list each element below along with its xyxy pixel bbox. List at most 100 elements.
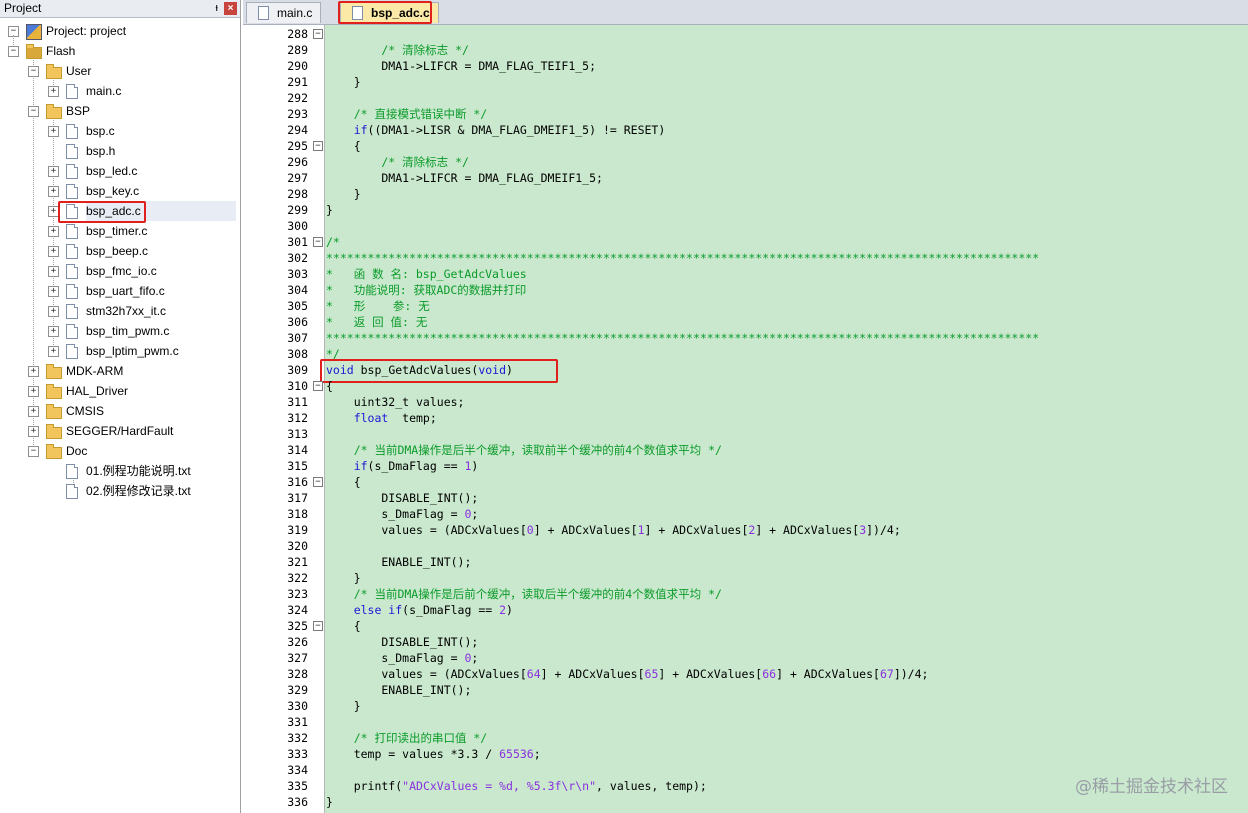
fold-toggle-icon[interactable]: − bbox=[313, 141, 323, 151]
code-line: 290 DMA1->LIFCR = DMA_FLAG_TEIF1_5; bbox=[248, 58, 1248, 74]
file-icon bbox=[66, 464, 78, 479]
code-text: uint32_t values; bbox=[326, 394, 465, 410]
tree-item-bsp-uart-fifo-c[interactable]: + bsp_uart_fifo.c bbox=[0, 281, 236, 301]
tree-root-project[interactable]: − Project: project bbox=[0, 21, 236, 41]
code-token: 67 bbox=[879, 667, 894, 681]
line-number: 289 bbox=[287, 43, 308, 57]
tab-label: main.c bbox=[277, 6, 313, 20]
tree-label: bsp.c bbox=[86, 124, 115, 138]
tree-item-user[interactable]: − User bbox=[0, 61, 236, 81]
expand-icon[interactable]: + bbox=[28, 386, 39, 397]
expand-icon[interactable]: + bbox=[48, 226, 59, 237]
tree-item-flash[interactable]: − Flash bbox=[0, 41, 236, 61]
code-line: 291 } bbox=[248, 74, 1248, 90]
code-editor[interactable]: 288−289 /* 清除标志 */290 DMA1->LIFCR = DMA_… bbox=[248, 25, 1248, 813]
code-text: /* 清除标志 */ bbox=[326, 42, 469, 58]
close-icon[interactable]: × bbox=[224, 2, 237, 15]
expand-icon[interactable]: + bbox=[48, 266, 59, 277]
code-token: /* 直接模式错误中断 */ bbox=[326, 107, 488, 121]
collapse-icon[interactable]: − bbox=[28, 106, 39, 117]
line-number: 335 bbox=[287, 779, 308, 793]
expand-icon[interactable]: + bbox=[48, 306, 59, 317]
fold-toggle-icon[interactable]: − bbox=[313, 29, 323, 39]
tree-item-mdk-arm[interactable]: + MDK-ARM bbox=[0, 361, 236, 381]
tree-item-bsp[interactable]: − BSP bbox=[0, 101, 236, 121]
code-token: ; bbox=[471, 507, 479, 521]
folder-icon bbox=[26, 44, 42, 59]
tree-label: CMSIS bbox=[66, 404, 105, 418]
tree-item-stm32h7xx-it-c[interactable]: + stm32h7xx_it.c bbox=[0, 301, 236, 321]
expand-icon[interactable]: + bbox=[48, 126, 59, 137]
code-token: ] + ADCxValues[ bbox=[755, 523, 860, 537]
code-token: float bbox=[326, 411, 389, 425]
tree-label: bsp_beep.c bbox=[86, 244, 149, 258]
line-number: 306 bbox=[287, 315, 308, 329]
collapse-icon[interactable]: − bbox=[28, 66, 39, 77]
expand-icon[interactable]: + bbox=[48, 86, 59, 97]
code-text: DISABLE_INT(); bbox=[326, 490, 478, 506]
code-token: * 函 数 名: bsp_GetAdcValues bbox=[326, 267, 527, 281]
collapse-icon[interactable]: − bbox=[8, 46, 19, 57]
file-icon bbox=[66, 484, 78, 499]
line-number: 304 bbox=[287, 283, 308, 297]
tree-item-cmsis[interactable]: + CMSIS bbox=[0, 401, 236, 421]
tree-item-bsp-lptim-pwm-c[interactable]: + bsp_lptim_pwm.c bbox=[0, 341, 236, 361]
code-line: 312 float temp; bbox=[248, 410, 1248, 426]
expand-icon[interactable]: + bbox=[48, 346, 59, 357]
fold-toggle-icon[interactable]: − bbox=[313, 381, 323, 391]
tree-item-bsp-beep-c[interactable]: + bsp_beep.c bbox=[0, 241, 236, 261]
expand-icon[interactable]: + bbox=[48, 326, 59, 337]
expand-icon[interactable]: + bbox=[48, 246, 59, 257]
code-text: if(s_DmaFlag == 1) bbox=[326, 458, 479, 474]
tree-item-main-c[interactable]: + main.c bbox=[0, 81, 236, 101]
fold-toggle-icon[interactable]: − bbox=[313, 477, 323, 487]
tree-item-bsp-fmc-io-c[interactable]: + bsp_fmc_io.c bbox=[0, 261, 236, 281]
panel-title: Project bbox=[4, 1, 42, 15]
line-number: 316 bbox=[287, 475, 308, 489]
tree-item-bsp-tim-pwm-c[interactable]: + bsp_tim_pwm.c bbox=[0, 321, 236, 341]
collapse-icon[interactable]: − bbox=[28, 446, 39, 457]
expand-icon[interactable]: + bbox=[48, 166, 59, 177]
line-number: 322 bbox=[287, 571, 308, 585]
code-text: /* 清除标志 */ bbox=[326, 154, 469, 170]
code-text: { bbox=[326, 618, 361, 634]
tree-label: Project: project bbox=[46, 24, 127, 38]
tree-item-hal-driver[interactable]: + HAL_Driver bbox=[0, 381, 236, 401]
line-number: 299 bbox=[287, 203, 308, 217]
tree-item-segger-hardfault[interactable]: + SEGGER/HardFault bbox=[0, 421, 236, 441]
line-number: 332 bbox=[287, 731, 308, 745]
expand-icon[interactable]: + bbox=[28, 406, 39, 417]
tree-item-bsp-h[interactable]: bsp.h bbox=[0, 141, 236, 161]
tree-item-bsp-key-c[interactable]: + bsp_key.c bbox=[0, 181, 236, 201]
project-panel: Project ᵼ × − Project: project − Flash − User… bbox=[0, 0, 241, 813]
fold-toggle-icon[interactable]: − bbox=[313, 237, 323, 247]
file-icon bbox=[66, 84, 78, 99]
code-line: 310−{ bbox=[248, 378, 1248, 394]
tree-label: bsp_tim_pwm.c bbox=[86, 324, 170, 338]
expand-icon[interactable]: + bbox=[48, 286, 59, 297]
folder-icon bbox=[46, 364, 62, 379]
fold-toggle-icon[interactable]: − bbox=[313, 621, 323, 631]
tree-item-02-txt[interactable]: 02.例程修改记录.txt bbox=[0, 481, 236, 501]
tree-label: SEGGER/HardFault bbox=[66, 424, 174, 438]
tree-item-bsp-timer-c[interactable]: + bsp_timer.c bbox=[0, 221, 236, 241]
expand-icon[interactable]: + bbox=[48, 186, 59, 197]
tree-item-bsp-c[interactable]: + bsp.c bbox=[0, 121, 236, 141]
code-token: } bbox=[326, 187, 361, 201]
file-icon bbox=[258, 6, 269, 20]
line-number: 320 bbox=[287, 539, 308, 553]
line-number: 325 bbox=[287, 619, 308, 633]
expand-icon[interactable]: + bbox=[28, 366, 39, 377]
code-token: ; bbox=[533, 747, 541, 761]
code-line: 292 bbox=[248, 90, 1248, 106]
code-token: 66 bbox=[762, 667, 777, 681]
line-number: 297 bbox=[287, 171, 308, 185]
tab-main-c[interactable]: main.c bbox=[246, 2, 322, 23]
expand-icon[interactable]: + bbox=[28, 426, 39, 437]
pin-icon[interactable]: ᵼ bbox=[216, 0, 218, 17]
tree-item-bsp-led-c[interactable]: + bsp_led.c bbox=[0, 161, 236, 181]
line-number: 323 bbox=[287, 587, 308, 601]
code-token: temp = values *3.3 / bbox=[326, 747, 500, 761]
tree-item-01-txt[interactable]: 01.例程功能说明.txt bbox=[0, 461, 236, 481]
tree-item-doc[interactable]: − Doc bbox=[0, 441, 236, 461]
